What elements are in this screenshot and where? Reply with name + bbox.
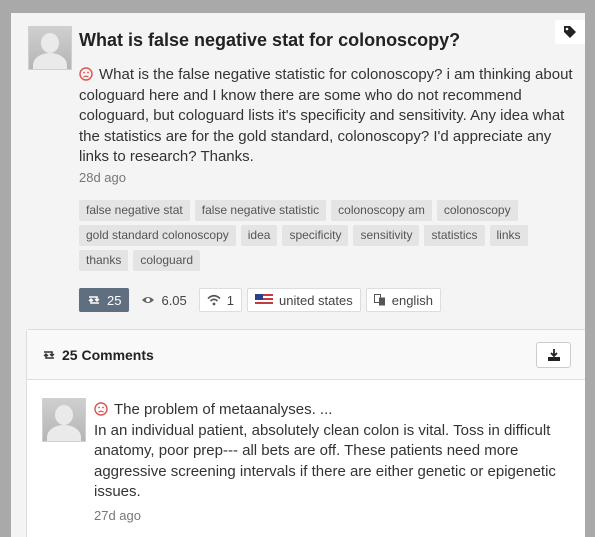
post-body: What is the false negative statistic for… xyxy=(79,65,579,168)
views-stat: 6.05 xyxy=(134,289,193,311)
comment-time: 27d ago xyxy=(94,507,141,523)
views-count: 6.05 xyxy=(161,292,187,308)
tag-icon xyxy=(564,26,576,38)
retweet-icon xyxy=(43,351,55,359)
comment-avatar[interactable] xyxy=(42,398,86,442)
replies-stat[interactable]: 25 xyxy=(79,288,130,312)
sad-face-icon xyxy=(94,402,108,416)
tag-item[interactable]: colonoscopy am xyxy=(331,200,432,221)
tag-item[interactable]: statistics xyxy=(424,225,485,246)
comments-header: 25 Comments xyxy=(27,330,585,380)
language-label: english xyxy=(391,292,433,308)
post-stats: 25 6.05 1 united states english xyxy=(79,288,441,312)
signal-count: 1 xyxy=(226,292,235,308)
post-body-text: What is the false negative statistic for… xyxy=(79,66,573,166)
country-stat[interactable]: united states xyxy=(247,288,361,312)
comment-text: In an individual patient, absolutely cle… xyxy=(94,421,556,501)
post-avatar[interactable] xyxy=(28,26,72,70)
sad-face-icon xyxy=(79,67,93,81)
wifi-icon xyxy=(207,294,221,306)
comments-section: 25 Comments The problem of metaanalyses.… xyxy=(26,329,585,537)
download-icon xyxy=(547,349,560,361)
tag-item[interactable]: thanks xyxy=(79,250,129,271)
signal-stat: 1 xyxy=(198,288,243,312)
tag-item[interactable]: cologuard xyxy=(133,250,201,271)
translate-icon xyxy=(373,294,385,306)
tag-item[interactable]: links xyxy=(489,225,528,246)
post-frame: What is false negative stat for colonosc… xyxy=(11,13,585,537)
comments-count-label: 25 Comments xyxy=(62,347,154,363)
country-label: united states xyxy=(279,292,353,308)
comment-title-row: The problem of metaanalyses. ... xyxy=(94,400,574,421)
comments-title: 25 Comments xyxy=(42,347,154,363)
tag-item[interactable]: gold standard colonoscopy xyxy=(79,225,236,246)
language-stat[interactable]: english xyxy=(365,288,441,312)
retweet-icon xyxy=(88,296,100,304)
post-title[interactable]: What is false negative stat for colonosc… xyxy=(79,30,460,51)
tag-item[interactable]: false negative stat xyxy=(79,200,190,221)
tag-list: false negative stat false negative stati… xyxy=(79,200,549,271)
replies-count: 25 xyxy=(107,292,122,308)
tag-item[interactable]: false negative statistic xyxy=(194,200,327,221)
download-button[interactable] xyxy=(536,342,571,368)
eye-icon xyxy=(142,297,155,303)
us-flag-icon xyxy=(255,294,274,306)
comment-title[interactable]: The problem of metaanalyses. ... xyxy=(114,401,332,418)
tag-item[interactable]: idea xyxy=(240,225,278,246)
tag-item[interactable]: colonoscopy xyxy=(436,200,518,221)
post-time: 28d ago xyxy=(79,170,126,185)
tag-item[interactable]: sensitivity xyxy=(353,225,420,246)
tag-item[interactable]: specificity xyxy=(282,225,349,246)
comment-item: The problem of metaanalyses. ... In an i… xyxy=(94,400,574,527)
tag-corner[interactable] xyxy=(555,20,585,44)
